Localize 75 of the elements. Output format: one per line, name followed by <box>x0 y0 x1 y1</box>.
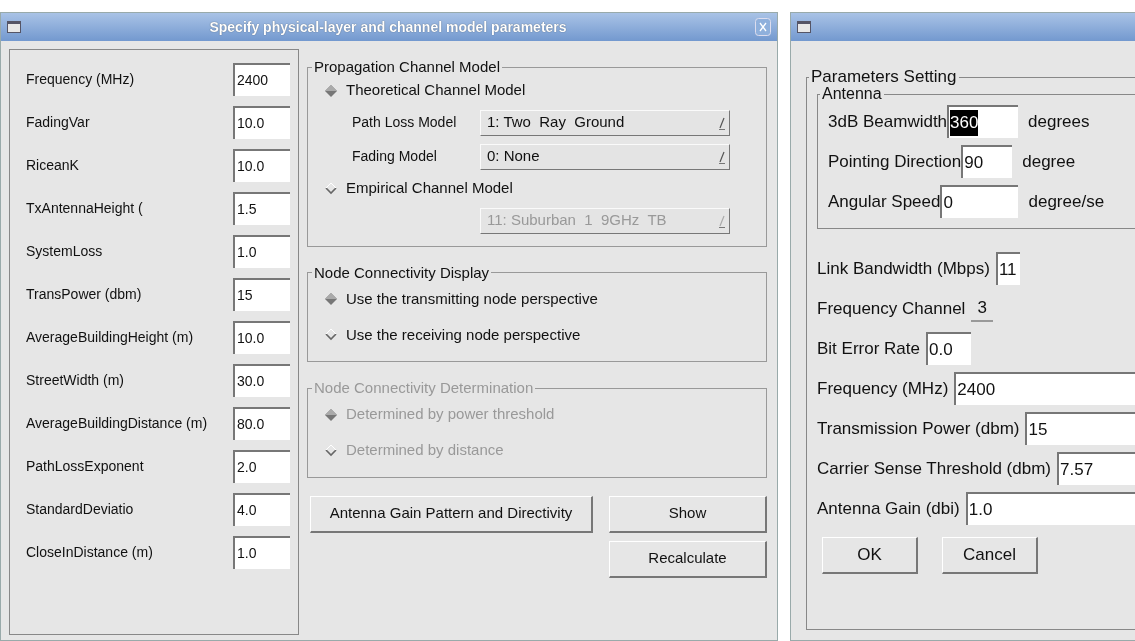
field-label: Link Bandwidth (Mbps) <box>817 258 990 281</box>
field-label: 3dB Beamwidth <box>828 111 948 134</box>
input-field[interactable]: 0.0 <box>926 332 971 366</box>
input-field[interactable]: 90 <box>961 145 1013 179</box>
radio-label[interactable]: Empirical Channel Model <box>346 177 513 200</box>
parameter-label: StreetWidth (m) <box>26 371 124 390</box>
radio-selected-icon[interactable] <box>324 292 338 306</box>
input-field[interactable]: 10.0 <box>233 321 290 354</box>
cancel-button[interactable]: Cancel <box>942 536 1038 574</box>
input-field[interactable]: 15 <box>1025 412 1135 446</box>
recalculate-button[interactable]: Recalculate <box>609 540 767 578</box>
input-field[interactable]: 4.0 <box>233 493 290 526</box>
group-title: Parameters Setting <box>810 67 958 87</box>
group-title: Node Connectivity Determination <box>313 380 535 397</box>
field-label: Carrier Sense Threshold (dbm) <box>817 458 1051 481</box>
window-menu-icon[interactable] <box>7 21 21 33</box>
parameter-label: PathLossExponent <box>26 457 144 476</box>
input-field[interactable]: 2400 <box>954 372 1135 406</box>
group-title: Antenna <box>821 87 883 102</box>
dropdown[interactable]: 1: Two Ray Ground <box>480 109 730 136</box>
show-button[interactable]: Show <box>609 495 767 533</box>
radio-label[interactable]: Use the transmitting node perspective <box>346 287 598 311</box>
parameter-label: TxAntennaHeight ( <box>26 199 143 218</box>
window-menu-icon[interactable] <box>797 21 811 33</box>
parameter-label: TransPower (dbm) <box>26 285 142 304</box>
radio-selected-icon[interactable] <box>324 83 338 98</box>
unit-label: degree <box>1022 151 1076 174</box>
field-label: Frequency Channel <box>817 298 966 321</box>
input-field[interactable]: 2.0 <box>233 450 290 483</box>
window-title: Specify physical-layer and channel model parameters <box>208 17 568 37</box>
input-field[interactable]: 1.0 <box>233 235 290 268</box>
unit-label: degree/se <box>1028 191 1105 214</box>
field-label: Angular Speed <box>828 191 941 214</box>
input-field[interactable]: 15 <box>233 278 290 311</box>
parameter-label: FadingVar <box>26 113 90 132</box>
unit-label: degrees <box>1028 111 1090 134</box>
input-field[interactable]: 0 <box>940 185 1019 219</box>
dropdown[interactable]: 0: None <box>480 143 730 170</box>
parameter-label: RiceanK <box>26 156 79 175</box>
parameter-label: Frequency (MHz) <box>26 70 135 89</box>
input-field[interactable]: 30.0 <box>233 364 290 397</box>
antenna-pattern-button[interactable]: Antenna Gain Pattern and Directivity <box>310 495 593 533</box>
field-label: Transmission Power (dbm) <box>817 418 1020 441</box>
input-field[interactable]: 1.0 <box>233 536 290 569</box>
input-field[interactable]: 2400 <box>233 63 290 96</box>
radio-label[interactable]: Use the receiving node perspective <box>346 323 581 347</box>
group-title: Node Connectivity Display <box>313 264 491 281</box>
group-title: Propagation Channel Model <box>313 59 501 76</box>
input-field[interactable]: 10.0 <box>233 106 290 139</box>
radio-unselected-icon[interactable] <box>324 328 338 342</box>
field-label: Antenna Gain (dbi) <box>817 498 960 521</box>
field-label: Frequency (MHz) <box>817 378 949 401</box>
ok-button[interactable]: OK <box>822 536 918 574</box>
channel-value[interactable]: 3 <box>971 295 993 322</box>
parameter-label: StandardDeviatio <box>26 500 134 519</box>
field-label: Bit Error Rate <box>817 338 920 361</box>
input-field[interactable]: 1.0 <box>965 492 1135 526</box>
input-field[interactable]: 80.0 <box>233 407 290 440</box>
radio-label[interactable]: Theoretical Channel Model <box>346 79 526 102</box>
menu-label: Fading Model <box>351 147 438 166</box>
menu-label: Path Loss Model <box>351 113 458 132</box>
input-field[interactable]: 10.0 <box>233 149 290 182</box>
menu-indicator-icon <box>719 115 725 130</box>
parameter-label: AverageBuildingHeight (m) <box>26 328 194 347</box>
menu-indicator-icon <box>719 149 725 164</box>
input-field[interactable]: 1.5 <box>233 192 290 225</box>
parameter-label: SystemLoss <box>26 242 103 261</box>
menu-indicator-icon <box>719 213 725 228</box>
input-field[interactable]: 7.57 <box>1057 452 1135 486</box>
parameter-label: CloseInDistance (m) <box>26 543 153 562</box>
radio-unselected-icon[interactable] <box>324 181 338 196</box>
field-label: Pointing Direction <box>828 151 962 174</box>
input-field[interactable]: 360 <box>947 105 1019 139</box>
input-field[interactable]: 11 <box>995 252 1020 286</box>
parameter-label: AverageBuildingDistance (m) <box>26 414 208 433</box>
